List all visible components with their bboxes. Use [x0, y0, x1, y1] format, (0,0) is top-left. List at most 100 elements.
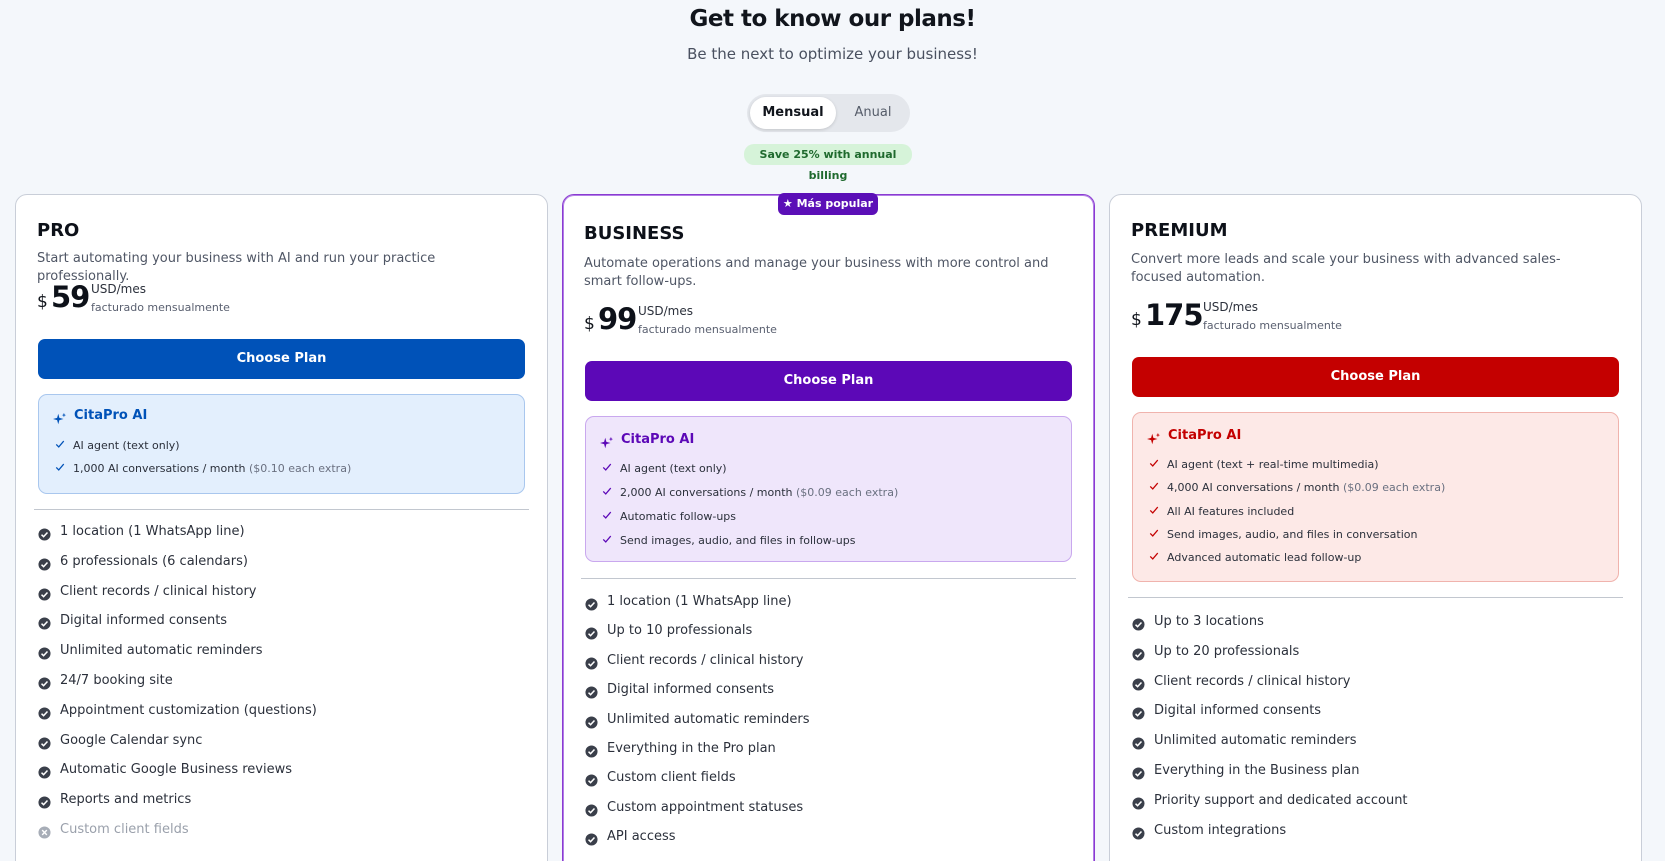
ai-item-text: 2,000 AI conversations / month	[620, 486, 793, 499]
ai-title-pro: CitaPro AI	[74, 408, 148, 423]
billing-monthly-option[interactable]: Mensual	[750, 97, 836, 129]
check-circle-icon	[38, 586, 51, 601]
price-currency-pro: $	[37, 292, 48, 312]
check-icon	[55, 439, 65, 449]
check-circle-icon	[1132, 765, 1145, 780]
feature-item: Digital informed consents	[60, 613, 228, 628]
check-circle-icon	[38, 705, 51, 720]
check-icon	[1149, 551, 1159, 561]
price-billing-premium: facturado mensualmente	[1203, 319, 1342, 332]
ai-title-premium: CitaPro AI	[1168, 428, 1242, 443]
divider	[581, 578, 1076, 579]
plan-name-premium: PREMIUM	[1131, 220, 1228, 241]
price-currency-business: $	[584, 314, 595, 334]
feature-item: 6 professionals (6 calendars)	[60, 554, 248, 569]
sparkle-icon	[53, 411, 67, 425]
ai-item-text: Automatic follow-ups	[620, 510, 737, 523]
ai-item-text: AI agent (text + real-time multimedia)	[1167, 458, 1379, 471]
save-badge: Save 25% with annual billing	[744, 144, 912, 182]
feature-item: Up to 3 locations	[1154, 614, 1264, 629]
check-circle-icon	[38, 764, 51, 779]
feature-item: Digital informed consents	[607, 682, 775, 697]
ai-item-text: AI agent (text only)	[620, 462, 727, 475]
ai-item: AI agent (text only)	[55, 439, 180, 452]
billing-annual-option[interactable]: Anual	[839, 97, 907, 129]
price-billing-business: facturado mensualmente	[638, 323, 777, 336]
ai-item: AI agent (text only)	[602, 462, 727, 475]
check-icon	[55, 462, 65, 472]
check-icon	[1149, 528, 1159, 538]
ai-item-text: AI agent (text only)	[73, 439, 180, 452]
feature-item: Digital informed consents	[1154, 703, 1322, 718]
ai-item-extra: ($0.09 each extra)	[1342, 481, 1446, 495]
price-amount-premium: 175	[1145, 298, 1204, 332]
check-circle-icon	[585, 625, 598, 640]
ai-item-text: All AI features included	[1167, 504, 1295, 518]
choose-plan-button-premium[interactable]: Choose Plan	[1132, 357, 1619, 397]
check-icon	[1149, 505, 1159, 515]
ai-title-business: CitaPro AI	[621, 432, 695, 447]
feature-item: Client records / clinical history	[60, 584, 257, 599]
feature-item: Custom client fields	[60, 822, 189, 837]
check-circle-icon	[38, 615, 51, 630]
sparkle-icon	[600, 435, 614, 449]
check-icon	[602, 486, 612, 496]
feature-item: Everything in the Business plan	[1154, 763, 1360, 778]
ai-item: 4,000 AI conversations / month ($0.09 ea…	[1149, 481, 1446, 495]
sparkle-icon	[1147, 431, 1161, 445]
feature-item: Custom appointment statuses	[607, 800, 804, 815]
check-icon	[602, 510, 612, 520]
feature-item: API access	[607, 829, 676, 844]
price-unit-pro: USD/mes	[91, 282, 147, 296]
check-circle-icon	[1132, 825, 1145, 840]
choose-plan-button-pro[interactable]: Choose Plan	[38, 339, 525, 379]
plan-description-pro: Start automating your business with AI a…	[37, 251, 436, 284]
ai-item: All AI features included	[1149, 504, 1295, 518]
check-circle-icon	[38, 645, 51, 660]
ai-item: 1,000 AI conversations / month ($0.10 ea…	[55, 462, 352, 475]
check-circle-icon	[585, 655, 598, 670]
feature-item: Reports and metrics	[60, 792, 192, 807]
check-circle-icon	[585, 772, 598, 787]
check-circle-icon	[585, 831, 598, 846]
ai-item-extra: ($0.09 each extra)	[795, 486, 899, 499]
feature-item: Custom integrations	[1154, 823, 1287, 838]
feature-item: 1 location (1 WhatsApp line)	[607, 594, 792, 609]
check-icon	[1149, 481, 1159, 491]
price-amount-business: 99	[598, 302, 637, 336]
check-circle-icon	[38, 735, 51, 750]
feature-item: Client records / clinical history	[1154, 674, 1351, 689]
ai-item-extra: ($0.10 each extra)	[248, 462, 352, 475]
ai-item-text: 4,000 AI conversations / month	[1167, 481, 1340, 495]
page-title: Get to know our plans!	[689, 6, 976, 32]
x-circle-icon	[38, 824, 51, 839]
feature-item: 1 location (1 WhatsApp line)	[60, 524, 245, 539]
check-circle-icon	[1132, 705, 1145, 720]
price-amount-pro: 59	[51, 280, 90, 314]
price-unit-business: USD/mes	[638, 304, 694, 318]
ai-item: 2,000 AI conversations / month ($0.09 ea…	[602, 486, 899, 499]
divider	[34, 509, 529, 510]
ai-item-text: Send images, audio, and files in convers…	[1167, 527, 1418, 541]
feature-item: Custom client fields	[607, 770, 736, 785]
plan-name-pro: PRO	[37, 220, 80, 241]
feature-item: Everything in the Pro plan	[607, 741, 776, 756]
plan-name-business: BUSINESS	[584, 223, 685, 244]
feature-item: Client records / clinical history	[607, 653, 804, 668]
check-circle-icon	[585, 802, 598, 817]
price-unit-premium: USD/mes	[1203, 300, 1259, 314]
feature-item: Up to 10 professionals	[607, 623, 753, 638]
ai-item-text: Advanced automatic lead follow-up	[1167, 551, 1362, 565]
check-circle-icon	[1132, 735, 1145, 750]
check-circle-icon	[38, 794, 51, 809]
check-circle-icon	[1132, 646, 1145, 661]
check-circle-icon	[585, 684, 598, 699]
feature-item: Automatic Google Business reviews	[60, 762, 293, 777]
plan-description-premium: Convert more leads and scale your busine…	[1131, 252, 1561, 285]
choose-plan-button-business[interactable]: Choose Plan	[585, 361, 1072, 401]
feature-item: Priority support and dedicated account	[1154, 793, 1408, 808]
feature-item: 24/7 booking site	[60, 673, 173, 688]
check-icon	[1149, 458, 1159, 468]
feature-item: Unlimited automatic reminders	[60, 643, 263, 658]
billing-toggle[interactable]: Mensual Anual	[747, 94, 910, 132]
